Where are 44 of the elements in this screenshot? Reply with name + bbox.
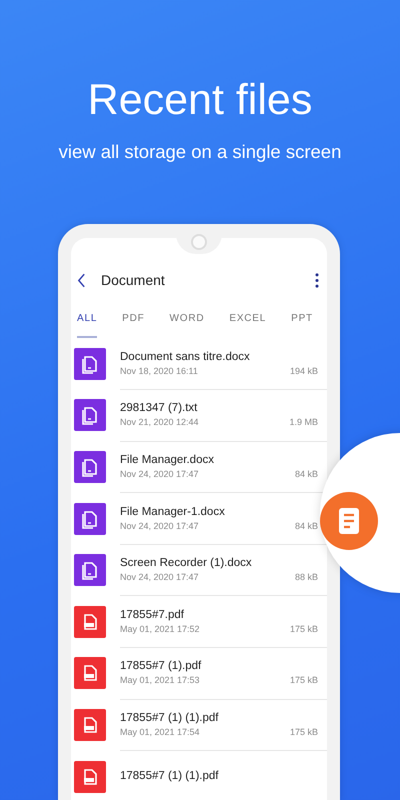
file-date: Nov 24, 2020 17:47 bbox=[120, 520, 199, 531]
subtitle: view all storage on a single screen bbox=[58, 140, 342, 164]
file-date: Nov 18, 2020 16:11 bbox=[120, 366, 198, 376]
document-file-icon bbox=[74, 348, 106, 380]
file-name: File Manager-1.docx bbox=[120, 506, 226, 518]
file-name: 17855#7.pdf bbox=[120, 608, 185, 621]
file-name: 17855#7 (1) (1).pdf bbox=[120, 712, 220, 724]
file-size: 84 kB bbox=[294, 468, 318, 479]
pdf-file-icon bbox=[74, 760, 106, 793]
file-name: 17855#7 (1).pdf bbox=[120, 660, 202, 672]
file-date: May 01, 2021 17:53 bbox=[120, 675, 200, 686]
file-size: 1.9 MB bbox=[289, 417, 318, 428]
pdf-file-icon bbox=[74, 657, 106, 690]
file-date: May 01, 2021 17:52 bbox=[120, 624, 200, 634]
file-date: Nov 24, 2020 17:47 bbox=[120, 572, 199, 582]
filter-tab[interactable]: PPT bbox=[291, 308, 313, 338]
file-name: Screen Recorder (1).docx bbox=[120, 557, 253, 570]
screen-title: Document bbox=[101, 272, 166, 288]
file-name: File Manager.docx bbox=[120, 454, 215, 466]
pdf-file-icon bbox=[74, 708, 106, 741]
headline: Recent files bbox=[88, 75, 312, 126]
file-date: Nov 21, 2020 12:44 bbox=[120, 417, 199, 428]
more-icon[interactable] bbox=[315, 272, 319, 288]
file-size: 194 kB bbox=[290, 366, 318, 376]
document-file-icon bbox=[74, 450, 106, 483]
document-file-icon bbox=[74, 502, 106, 535]
file-size: 84 kB bbox=[294, 520, 318, 531]
filter-tab[interactable]: PDF bbox=[122, 308, 145, 338]
file-date: May 01, 2021 17:54 bbox=[120, 726, 200, 737]
filter-tab[interactable]: WORD bbox=[170, 308, 204, 338]
file-size: 175 kB bbox=[290, 624, 318, 634]
document-file-icon bbox=[74, 554, 106, 586]
document-file-icon bbox=[74, 399, 106, 432]
file-date: Nov 24, 2020 17:47 bbox=[120, 468, 199, 479]
file-name: 17855#7 (1) (1).pdf bbox=[120, 770, 220, 782]
file-name: 2981347 (7).txt bbox=[120, 402, 198, 414]
file-size: 175 kB bbox=[290, 726, 318, 737]
filter-tab[interactable]: ALL bbox=[77, 308, 98, 338]
back-icon[interactable] bbox=[77, 272, 86, 288]
file-size: 175 kB bbox=[290, 675, 318, 686]
file-size: 88 kB bbox=[294, 572, 318, 582]
filter-tab[interactable]: EXCEL bbox=[229, 308, 266, 338]
pdf-file-icon bbox=[74, 606, 106, 638]
file-name: Document sans titre.docx bbox=[120, 350, 251, 363]
